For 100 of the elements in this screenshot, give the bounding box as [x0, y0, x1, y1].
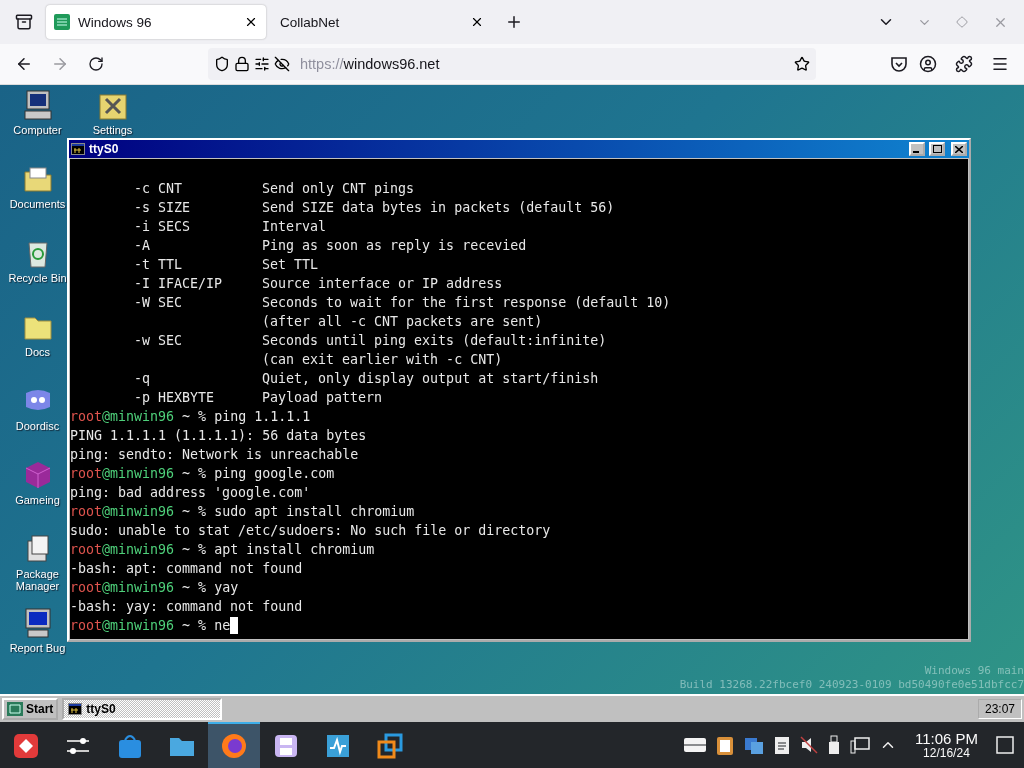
desktop-icon-label[interactable]: Package Manager — [5, 568, 70, 592]
command-text: apt install chromium — [214, 541, 375, 559]
prompt-host: @minwin96 — [102, 465, 175, 483]
clock-time: 11:06 PM — [914, 730, 978, 747]
close-icon[interactable] — [470, 15, 484, 29]
browser-tab[interactable]: Windows 96 — [46, 5, 266, 39]
output-text: ping: bad address 'google.com' — [70, 484, 311, 502]
prompt-path: ~ % — [182, 579, 207, 597]
computer-icon — [21, 89, 54, 121]
desktop-icon-label[interactable]: Settings — [92, 124, 133, 136]
command-text: ping 1.1.1.1 — [214, 408, 311, 426]
sliders-icon — [254, 56, 270, 72]
clipboard-icon — [714, 734, 735, 756]
desktop-icon-label[interactable]: Computer — [13, 124, 62, 136]
option-label: -A — [134, 237, 151, 255]
show-desktop-icon — [996, 736, 1014, 754]
output-text: ping: sendto: Network is unreachable — [70, 446, 359, 464]
prompt-host: @minwin96 — [102, 408, 175, 426]
shield-icon — [214, 56, 230, 72]
option-description: Source interface or IP address — [262, 275, 503, 293]
command-text: sudo apt install chromium — [214, 503, 415, 521]
desktop-icon-label[interactable]: Doordisc — [15, 420, 60, 432]
clock-date: 12/16/24 — [923, 746, 970, 760]
address-field[interactable]: https://windows96.net — [208, 48, 816, 80]
option-label: -q — [134, 370, 151, 388]
command-text: ping google.com — [214, 465, 335, 483]
option-description: Interval — [262, 218, 327, 236]
prompt-user: root — [70, 503, 103, 521]
desktop-icon-label[interactable]: Gameing — [15, 494, 60, 506]
prompt-user: root — [70, 408, 103, 426]
lock-icon — [234, 56, 250, 72]
prompt-user: root — [70, 579, 103, 597]
minimize-button[interactable] — [909, 142, 925, 156]
close-icon[interactable] — [244, 15, 258, 29]
window-title: ttyS0 — [89, 142, 120, 156]
option-description: Set TTL — [262, 256, 319, 274]
option-description: Ping as soon as reply is recevied — [262, 237, 527, 255]
prompt-path: ~ % — [182, 465, 207, 483]
prompt-host: @minwin96 — [102, 503, 175, 521]
overlapping-squares-icon — [376, 732, 404, 760]
output-text: -bash: apt: command not found — [70, 560, 303, 578]
maximize-icon — [932, 145, 942, 153]
prompt-path: ~ % — [182, 617, 207, 635]
terminal-icon — [71, 143, 85, 155]
option-description: Send only CNT pings — [262, 180, 415, 198]
waveform-icon — [324, 732, 352, 760]
prompt-user: root — [70, 617, 103, 635]
desktop-icon-label[interactable]: Report Bug — [9, 642, 66, 654]
store-bag-icon — [116, 732, 144, 760]
muted-speaker-icon — [798, 735, 819, 755]
output-text: -bash: yay: command not found — [70, 598, 303, 616]
pocket-icon — [890, 55, 908, 73]
option-description: Quiet, only display output at start/finish — [262, 370, 599, 388]
start-logo-icon — [7, 702, 23, 716]
close-icon — [955, 145, 963, 153]
option-description: Send SIZE data bytes in packets (default 56) — [262, 199, 615, 217]
prompt-user: root — [70, 541, 103, 559]
maximize-button[interactable] — [929, 142, 945, 156]
option-description: (can exit earlier with -c CNT) — [262, 351, 503, 369]
build-info-text: Windows 96 main — [924, 664, 1024, 678]
option-label: -i SECS — [134, 218, 192, 236]
desktop-icon-label[interactable]: Documents — [9, 198, 66, 210]
prompt-path: ~ % — [182, 541, 207, 559]
option-label: -t TTL — [134, 256, 184, 274]
notes-icon — [772, 735, 791, 755]
browser-tab[interactable]: CollabNet — [272, 5, 492, 39]
prompt-host: @minwin96 — [102, 579, 175, 597]
option-label: -I IFACE/IP — [134, 275, 224, 293]
star-icon[interactable] — [794, 56, 810, 72]
option-description: (after all -c CNT packets are sent) — [262, 313, 543, 331]
option-label: -W SEC — [134, 294, 184, 312]
eye-off-icon — [274, 56, 290, 72]
url-text: https://windows96.net — [300, 56, 441, 72]
prompt-host: @minwin96 — [102, 541, 175, 559]
desktop-icon-label[interactable]: Recycle Bin — [8, 272, 67, 284]
build-info-text: Build 13268.22fbcef0 240923-0109 bd50490fe0e51dbfcc7 — [679, 678, 1024, 692]
tab-title: CollabNet — [280, 14, 341, 30]
title-bar[interactable]: ttyS0 — [69, 140, 969, 158]
prompt-host: @minwin96 — [102, 617, 175, 635]
output-text: sudo: unable to stat /etc/sudoers: No such file or directory — [70, 522, 551, 540]
prompt-path: ~ % — [182, 503, 207, 521]
option-label: -p HEXBYTE — [134, 389, 216, 407]
prompt-user: root — [70, 465, 103, 483]
usb-stick-icon — [826, 735, 841, 755]
tab-title: Windows 96 — [78, 14, 153, 30]
prompt-path: ~ % — [182, 408, 207, 426]
network-icon — [848, 735, 871, 755]
command-text: ne — [214, 617, 231, 635]
output-text: PING 1.1.1.1 (1.1.1.1): 56 data bytes — [70, 427, 367, 445]
taskbar-task[interactable]: ttyS0 — [62, 698, 223, 720]
command-text: yay — [214, 579, 239, 597]
option-label: -s SIZE — [134, 199, 192, 217]
close-button[interactable] — [951, 142, 967, 156]
start-button[interactable]: Start — [2, 698, 59, 720]
option-label: -w SEC — [134, 332, 184, 350]
option-label: -c CNT — [134, 180, 184, 198]
drive-icon — [682, 735, 707, 755]
option-description: Seconds until ping exits (default:infinite) — [262, 332, 607, 350]
desktop-icon-label[interactable]: Docs — [24, 346, 51, 358]
option-description: Seconds to wait for the first response (default 10) — [262, 294, 671, 312]
